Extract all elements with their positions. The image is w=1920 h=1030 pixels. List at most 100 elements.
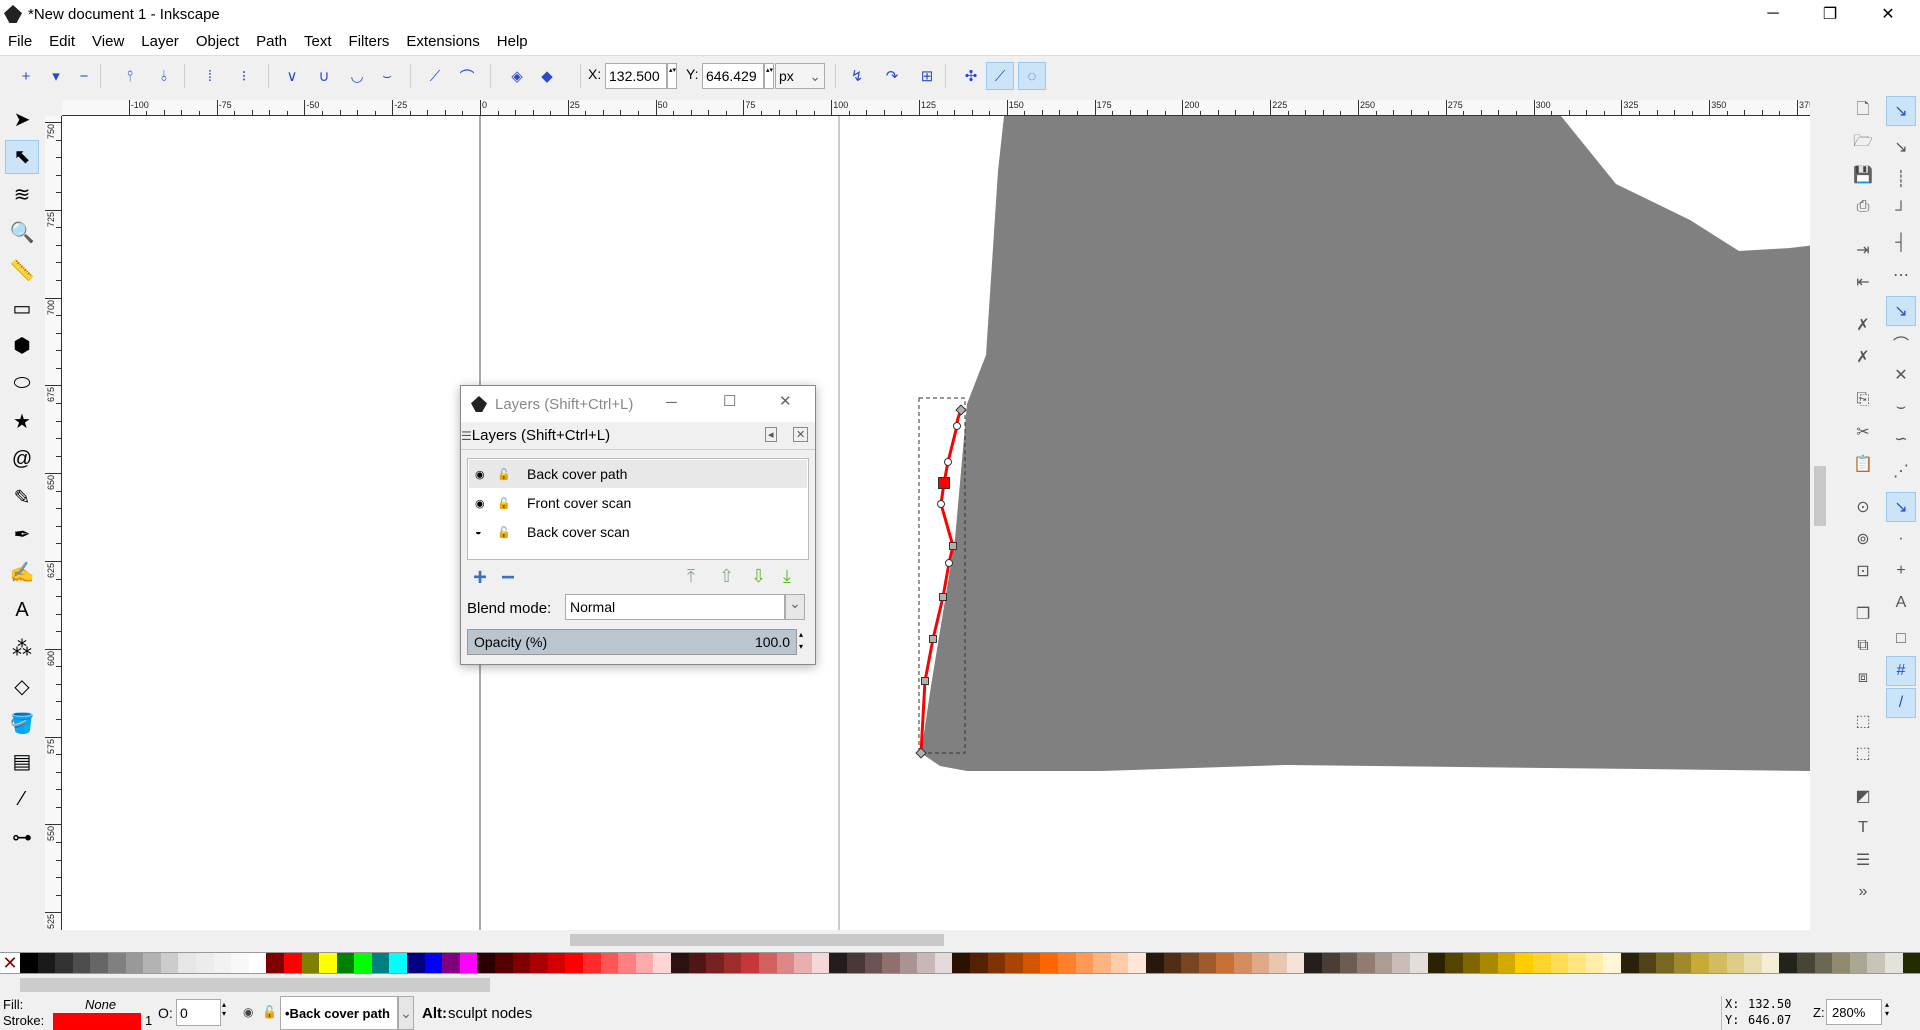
zoom-selection-button[interactable]: ⊙ <box>1848 492 1878 522</box>
color-swatch[interactable] <box>1058 953 1076 973</box>
cut-button[interactable]: ✂ <box>1848 417 1878 447</box>
dialog-title-bar[interactable]: Layers (Shift+Ctrl+L) ─ ☐ ✕ <box>461 386 815 422</box>
color-swatch[interactable] <box>934 953 953 973</box>
layer-row[interactable]: ◒ 🔓 Back cover scan <box>469 518 807 546</box>
color-swatch[interactable] <box>1233 953 1252 973</box>
color-swatch[interactable] <box>1198 953 1217 973</box>
stroke-swatch[interactable] <box>53 1013 141 1030</box>
color-swatch[interactable] <box>723 953 742 973</box>
raise-to-top-button[interactable]: ⤒ <box>687 566 695 587</box>
color-swatch[interactable] <box>266 953 284 973</box>
show-transform-handles-button[interactable]: ⊞ <box>913 62 941 90</box>
color-swatch[interactable] <box>1533 953 1551 973</box>
make-symmetric-button[interactable]: ◡ <box>343 62 371 90</box>
unit-select[interactable]: px ⌄ <box>775 63 825 89</box>
palette-scroll-thumb[interactable] <box>20 978 490 992</box>
color-swatch[interactable] <box>354 953 372 973</box>
color-swatch[interactable] <box>1709 953 1727 973</box>
snap-others-button[interactable]: ↘ <box>1886 492 1916 522</box>
color-swatch[interactable] <box>653 953 671 973</box>
path-node[interactable] <box>955 404 967 416</box>
color-swatch[interactable] <box>1673 953 1692 973</box>
node-tool[interactable]: ⬉ <box>5 139 39 174</box>
opacity-spinner[interactable]: ▴ ▾ <box>222 1000 226 1018</box>
selector-tool[interactable]: ➤ <box>5 102 39 136</box>
color-swatch[interactable] <box>1445 953 1463 973</box>
snap-page-border-button[interactable]: □ <box>1886 624 1916 654</box>
color-swatch[interactable] <box>1128 953 1146 973</box>
node-handle[interactable] <box>945 559 953 567</box>
y-spinner[interactable]: ▴▾ <box>764 63 774 89</box>
color-swatch[interactable] <box>1374 953 1393 973</box>
color-swatch[interactable] <box>706 953 724 973</box>
color-swatch[interactable] <box>1357 953 1375 973</box>
color-swatch[interactable] <box>55 953 73 973</box>
insert-node-button[interactable]: + <box>12 62 40 90</box>
panel-close-button[interactable]: ✕ <box>793 427 809 442</box>
make-cusp-button[interactable]: ∨ <box>278 62 306 90</box>
paste-button[interactable]: 📋 <box>1848 449 1878 479</box>
snap-bbox-midpoints-button[interactable]: ┤ <box>1886 228 1916 258</box>
object-to-path-button[interactable]: ◈ <box>503 62 531 90</box>
color-swatch[interactable] <box>195 953 214 973</box>
color-swatch[interactable] <box>1392 953 1410 973</box>
spray-tool[interactable]: ⁂ <box>5 631 39 665</box>
color-swatch[interactable] <box>72 953 91 973</box>
color-swatch[interactable] <box>143 953 161 973</box>
make-smooth-button[interactable]: ∪ <box>310 62 338 90</box>
color-swatch[interactable] <box>547 953 566 973</box>
calligraphy-tool[interactable]: ✍ <box>5 556 39 590</box>
color-swatch[interactable] <box>37 953 56 973</box>
color-swatch[interactable] <box>213 953 232 973</box>
horizontal-ruler[interactable]: -100 -75 -50 -25 0 25 50 75 100 125 150 175 200 225 25… <box>62 100 1810 116</box>
color-swatch[interactable] <box>160 953 179 973</box>
color-swatch[interactable] <box>1480 953 1498 973</box>
opacity-slider[interactable]: Opacity (%) 100.0 <box>467 629 797 655</box>
node-handle[interactable] <box>937 500 945 508</box>
color-swatch[interactable] <box>1269 953 1287 973</box>
layer-row[interactable]: ◉ 🔓 Back cover path <box>469 460 807 488</box>
color-swatch[interactable] <box>1779 953 1797 973</box>
color-swatch[interactable] <box>319 953 337 973</box>
zoom-tool[interactable]: 🔍 <box>5 215 39 249</box>
palette-scrollbar[interactable] <box>0 976 1920 994</box>
menu-layer[interactable]: Layer <box>141 33 179 50</box>
snap-bbox-centers-button[interactable]: ⋯ <box>1886 260 1916 290</box>
text-font-button[interactable]: T <box>1848 813 1878 843</box>
color-swatch[interactable] <box>107 953 126 973</box>
layer-name[interactable]: Front cover scan <box>527 495 631 511</box>
color-swatch[interactable] <box>371 953 390 973</box>
color-swatch[interactable] <box>495 953 513 973</box>
menu-object[interactable]: Object <box>196 33 239 50</box>
opacity-input[interactable]: 0 <box>176 999 221 1026</box>
color-swatch[interactable] <box>178 953 196 973</box>
color-swatch[interactable] <box>125 953 144 973</box>
break-path-button[interactable]: ⫰ <box>150 62 178 90</box>
spiral-tool[interactable]: @ <box>5 442 39 476</box>
unlocked-icon[interactable]: 🔓 <box>497 468 527 481</box>
export-button[interactable]: ⇤ <box>1848 267 1878 297</box>
color-swatch[interactable] <box>1744 953 1762 973</box>
remove-layer-button[interactable]: − <box>501 564 515 592</box>
color-swatch[interactable] <box>1568 953 1586 973</box>
canvas[interactable] <box>62 116 1810 930</box>
minimize-button[interactable]: ─ <box>1745 0 1801 28</box>
path-node[interactable] <box>921 677 929 685</box>
snap-paths-button[interactable]: ⌒ <box>1886 328 1916 358</box>
snap-toggle-button[interactable]: ↘ <box>1886 96 1916 126</box>
node-handle[interactable] <box>953 422 961 430</box>
unlocked-icon[interactable]: 🔓 <box>497 526 527 539</box>
color-swatch[interactable] <box>882 953 900 973</box>
open-button[interactable]: 🗁 <box>1848 128 1878 158</box>
snap-nodes-button[interactable]: ↘ <box>1886 296 1916 326</box>
color-swatch[interactable] <box>20 953 38 973</box>
snap-line-midpoints-button[interactable]: ⋰ <box>1886 456 1916 486</box>
node-handle[interactable] <box>944 458 952 466</box>
color-swatch[interactable] <box>1286 953 1305 973</box>
rectangle-tool[interactable]: ▭ <box>5 291 39 325</box>
vertical-scroll-thumb[interactable] <box>1814 466 1826 526</box>
snap-rotation-centers-button[interactable]: + <box>1886 556 1916 586</box>
color-swatch[interactable] <box>741 953 759 973</box>
raise-layer-button[interactable]: ⇧ <box>719 566 734 587</box>
color-swatch[interactable] <box>1867 953 1885 973</box>
